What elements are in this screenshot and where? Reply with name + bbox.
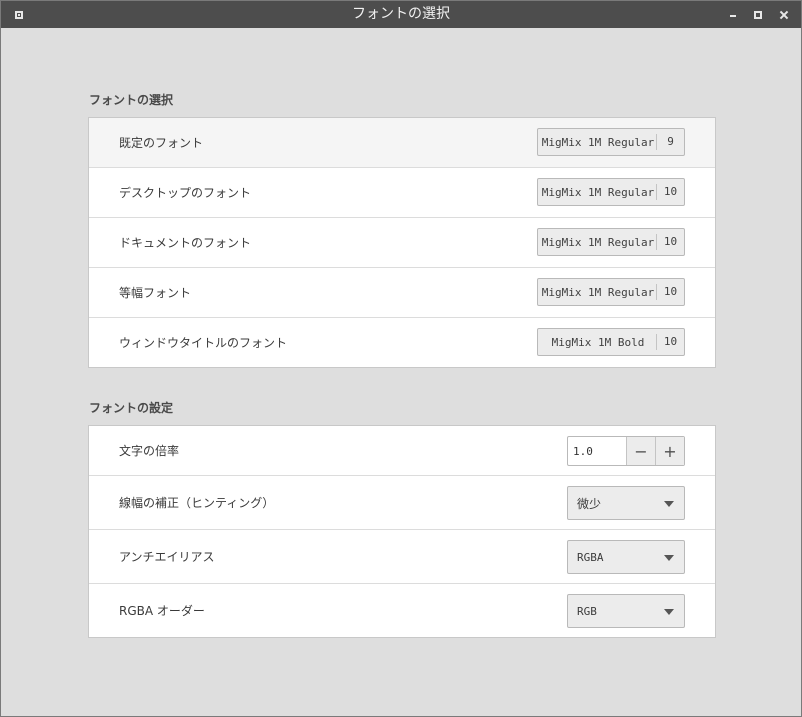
antialias-dropdown[interactable]: RGBA — [567, 540, 685, 574]
desktop-font-label: デスクトップのフォント — [119, 186, 252, 200]
desktop-font-button[interactable]: MigMix 1M Regular 10 — [537, 178, 685, 206]
font-size: 10 — [656, 284, 684, 300]
list-item-monospace-font: 等幅フォント MigMix 1M Regular 10 — [89, 268, 715, 318]
font-name: MigMix 1M Regular — [541, 135, 655, 149]
rgba-order-dropdown[interactable]: RGB — [567, 594, 685, 628]
font-name: MigMix 1M Bold — [551, 335, 645, 349]
chevron-down-icon — [664, 501, 674, 507]
font-selection-heading: フォントの選択 — [89, 93, 174, 107]
list-item-document-font: ドキュメントのフォント MigMix 1M Regular 10 — [89, 218, 715, 268]
monospace-font-label: 等幅フォント — [119, 286, 192, 300]
font-size: 9 — [656, 134, 684, 150]
minimize-icon[interactable] — [726, 8, 740, 22]
window-title-font-button[interactable]: MigMix 1M Bold 10 — [537, 328, 685, 356]
hinting-value: 微少 — [577, 496, 602, 511]
monospace-font-button[interactable]: MigMix 1M Regular 10 — [537, 278, 685, 306]
antialias-value: RGBA — [577, 550, 604, 564]
font-name: MigMix 1M Regular — [541, 285, 655, 299]
font-settings-heading: フォントの設定 — [89, 401, 174, 415]
window-title-font-label: ウィンドウタイトルのフォント — [119, 336, 288, 350]
hinting-label: 線幅の補正（ヒンティング） — [119, 496, 275, 510]
list-item-window-title-font: ウィンドウタイトルのフォント MigMix 1M Bold 10 — [89, 318, 715, 367]
font-settings-panel: 文字の倍率 1.0 − + 線幅の補正（ヒンティング） 微少 アンチエイリアス … — [88, 425, 716, 638]
maximize-icon[interactable] — [751, 8, 765, 22]
chevron-down-icon — [664, 609, 674, 615]
document-font-label: ドキュメントのフォント — [119, 236, 252, 250]
text-scale-spinner: 1.0 − + — [567, 436, 685, 466]
list-item-default-font: 既定のフォント MigMix 1M Regular 9 — [89, 118, 715, 168]
hinting-dropdown[interactable]: 微少 — [567, 486, 685, 520]
text-scale-input[interactable]: 1.0 — [568, 437, 626, 465]
title-bar[interactable]: フォントの選択 — [1, 1, 801, 28]
font-size: 10 — [656, 334, 684, 350]
default-font-button[interactable]: MigMix 1M Regular 9 — [537, 128, 685, 156]
list-item-text-scale: 文字の倍率 1.0 − + — [89, 426, 715, 476]
rgba-order-value: RGB — [577, 604, 597, 618]
rgba-order-label: RGBA オーダー — [119, 604, 205, 618]
font-name: MigMix 1M Regular — [541, 235, 655, 249]
font-size: 10 — [656, 184, 684, 200]
default-font-label: 既定のフォント — [119, 136, 204, 150]
font-size: 10 — [656, 234, 684, 250]
list-item-hinting: 線幅の補正（ヒンティング） 微少 — [89, 476, 715, 530]
font-name: MigMix 1M Regular — [541, 185, 655, 199]
font-selection-panel: 既定のフォント MigMix 1M Regular 9 デスクトップのフォント … — [88, 117, 716, 368]
increment-button[interactable]: + — [655, 437, 684, 465]
close-icon[interactable] — [777, 8, 791, 22]
list-item-desktop-font: デスクトップのフォント MigMix 1M Regular 10 — [89, 168, 715, 218]
list-item-antialias: アンチエイリアス RGBA — [89, 530, 715, 584]
antialias-label: アンチエイリアス — [119, 550, 215, 564]
list-item-rgba-order: RGBA オーダー RGB — [89, 584, 715, 637]
document-font-button[interactable]: MigMix 1M Regular 10 — [537, 228, 685, 256]
chevron-down-icon — [664, 555, 674, 561]
text-scale-label: 文字の倍率 — [119, 444, 180, 458]
decrement-button[interactable]: − — [626, 437, 655, 465]
font-settings-window: フォントの選択 フォントの選択 既定のフォント MigMix 1M Regula… — [0, 0, 802, 717]
window-title: フォントの選択 — [352, 6, 450, 22]
